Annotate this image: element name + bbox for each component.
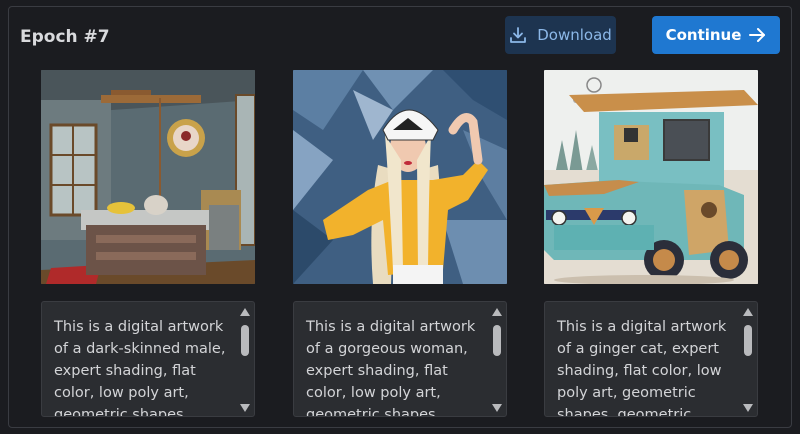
download-label: Download bbox=[537, 26, 612, 44]
scrollbar[interactable] bbox=[240, 308, 250, 412]
scroll-thumb[interactable] bbox=[241, 325, 249, 356]
download-icon bbox=[509, 26, 527, 44]
prompt-textbox[interactable]: This is a digital artwork of a dark-skin… bbox=[41, 301, 255, 417]
artwork-image-vehicle bbox=[544, 70, 758, 284]
scrollbar[interactable] bbox=[492, 308, 502, 412]
scrollbar[interactable] bbox=[743, 308, 753, 412]
prompt-text: This is a digital artwork of a dark-skin… bbox=[54, 319, 226, 417]
scroll-up-icon[interactable] bbox=[743, 308, 753, 316]
scroll-up-icon[interactable] bbox=[240, 308, 250, 316]
prompt-textbox[interactable]: This is a digital artwork of a ginger ca… bbox=[544, 301, 758, 417]
prompt-textbox[interactable]: This is a digital artwork of a gorgeous … bbox=[293, 301, 507, 417]
scroll-down-icon[interactable] bbox=[240, 404, 250, 412]
prompt-text: This is a digital artwork of a gorgeous … bbox=[306, 319, 476, 417]
result-card-2: This is a digital artwork of a gorgeous … bbox=[293, 70, 507, 417]
scroll-up-icon[interactable] bbox=[492, 308, 502, 316]
prompt-text: This is a digital artwork of a ginger ca… bbox=[557, 319, 727, 417]
download-button[interactable]: Download bbox=[505, 16, 616, 54]
scroll-down-icon[interactable] bbox=[743, 404, 753, 412]
scroll-down-icon[interactable] bbox=[492, 404, 502, 412]
scroll-thumb[interactable] bbox=[744, 325, 752, 356]
result-card-3: This is a digital artwork of a ginger ca… bbox=[544, 70, 758, 417]
artwork-image-interior bbox=[41, 70, 255, 284]
arrow-right-icon bbox=[749, 28, 766, 42]
scroll-thumb[interactable] bbox=[493, 325, 501, 356]
result-card-1: This is a digital artwork of a dark-skin… bbox=[41, 70, 255, 417]
continue-label: Continue bbox=[665, 26, 742, 44]
continue-button[interactable]: Continue bbox=[652, 16, 780, 54]
page-title: Epoch #7 bbox=[20, 27, 110, 47]
epoch-panel: Epoch #7 Download Continue This is a dig… bbox=[8, 6, 792, 428]
artwork-image-woman bbox=[293, 70, 507, 284]
